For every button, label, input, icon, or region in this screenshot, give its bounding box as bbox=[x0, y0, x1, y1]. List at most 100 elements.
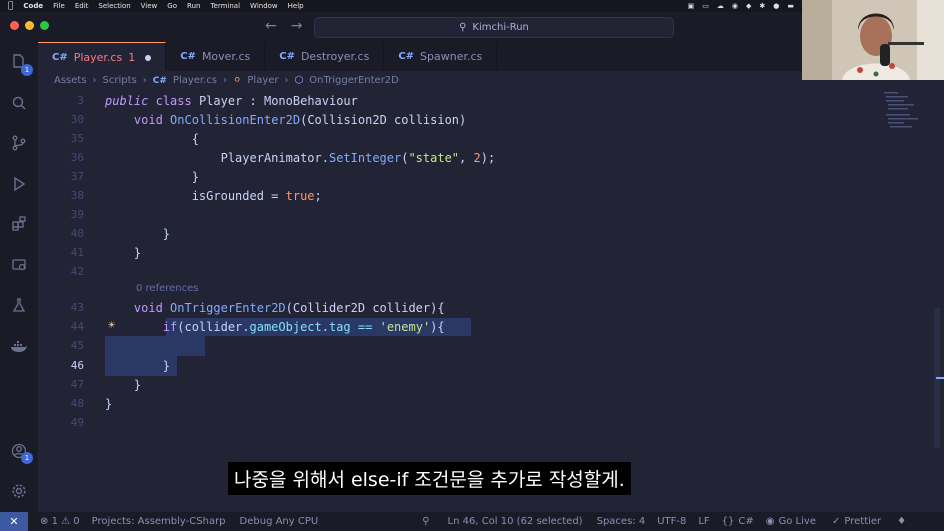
line-number: 48 bbox=[70, 397, 84, 410]
menu-help[interactable]: Help bbox=[288, 2, 304, 10]
unsaved-dot-icon[interactable] bbox=[145, 54, 152, 61]
search-view-icon[interactable] bbox=[10, 94, 28, 112]
codelens-references[interactable]: 0 references bbox=[136, 283, 199, 294]
tab-label: Spawner.cs bbox=[420, 50, 483, 63]
cursor-position[interactable]: Ln 46, Col 10 (62 selected) bbox=[448, 516, 583, 527]
code-editor[interactable]: 3 public class Player : MonoBehaviour 30… bbox=[38, 90, 944, 512]
line-number: 42 bbox=[70, 265, 84, 278]
chevron-right-icon: › bbox=[92, 75, 97, 86]
line-number: 44 bbox=[70, 320, 84, 333]
code-text: } bbox=[105, 396, 113, 411]
line-number: 36 bbox=[70, 151, 84, 164]
language-mode[interactable]: C# bbox=[738, 516, 753, 527]
breadcrumb-item[interactable]: OnTriggerEnter2D bbox=[309, 75, 399, 86]
encoding[interactable]: UTF-8 bbox=[657, 516, 686, 527]
menu-selection[interactable]: Selection bbox=[98, 2, 130, 10]
code-text: isGrounded = true; bbox=[105, 188, 322, 203]
cloud-icon[interactable]: ☁ bbox=[717, 2, 724, 10]
menu-edit[interactable]: Edit bbox=[75, 2, 89, 10]
settings-gear-icon[interactable] bbox=[10, 482, 28, 500]
display-icon[interactable]: ▭ bbox=[702, 2, 709, 10]
minimap[interactable] bbox=[880, 90, 944, 512]
code-text: } bbox=[105, 169, 199, 184]
remote-explorer-icon[interactable] bbox=[10, 256, 28, 274]
line-number: 35 bbox=[70, 132, 84, 145]
run-debug-icon[interactable] bbox=[10, 175, 28, 193]
code-line: 47 } bbox=[38, 375, 898, 394]
breadcrumb-item[interactable]: Player bbox=[247, 75, 278, 86]
code-text: void OnCollisionEnter2D(Collision2D coll… bbox=[133, 112, 467, 127]
warning-count: 0 bbox=[73, 516, 80, 527]
nav-arrows: ← → bbox=[265, 18, 302, 34]
line-number: 43 bbox=[70, 301, 84, 314]
remote-indicator-icon[interactable]: ✕ bbox=[0, 512, 28, 531]
code-line: 48 } bbox=[38, 394, 898, 413]
zoom-window-button[interactable] bbox=[40, 21, 49, 30]
source-control-icon[interactable] bbox=[10, 134, 28, 152]
close-window-button[interactable] bbox=[10, 21, 19, 30]
tab-label: Destroyer.cs bbox=[300, 50, 370, 63]
breadcrumb-item[interactable]: Player.cs bbox=[173, 75, 217, 86]
line-number: 37 bbox=[70, 170, 84, 183]
apple-icon[interactable]:  bbox=[8, 1, 13, 11]
bell-icon[interactable]: ◆ bbox=[746, 2, 751, 10]
line-number: 46 bbox=[70, 359, 84, 372]
menu-file[interactable]: File bbox=[53, 2, 65, 10]
warning-icon: ⚠ bbox=[61, 516, 71, 527]
csharp-file-icon: C# bbox=[279, 51, 295, 62]
tab-mover-cs[interactable]: C# Mover.cs bbox=[166, 42, 266, 71]
menu-terminal[interactable]: Terminal bbox=[210, 2, 240, 10]
command-center-search[interactable]: ⚲ Kimchi-Run bbox=[314, 17, 674, 38]
back-arrow-icon[interactable]: ← bbox=[265, 18, 277, 34]
line-number: 40 bbox=[70, 227, 84, 240]
code-line: 46 } bbox=[38, 356, 898, 375]
lightbulb-icon[interactable]: ☀ bbox=[108, 318, 115, 332]
code-text: } bbox=[105, 377, 142, 392]
tab-spawner-cs[interactable]: C# Spawner.cs bbox=[384, 42, 498, 71]
code-line: 36 PlayerAnimator.SetInteger("state", 2)… bbox=[38, 148, 898, 167]
menu-window[interactable]: Window bbox=[250, 2, 278, 10]
minimize-window-button[interactable] bbox=[25, 21, 34, 30]
errors-indicator[interactable]: ⊗ 1 ⚠ 0 bbox=[40, 516, 80, 527]
wifi-icon[interactable]: ● bbox=[773, 2, 779, 10]
csharp-file-icon: C# bbox=[152, 75, 167, 86]
code-line: 30 void OnCollisionEnter2D(Collision2D c… bbox=[38, 110, 898, 129]
extensions-icon[interactable] bbox=[10, 215, 28, 233]
control-center-icon[interactable]: ◉ bbox=[732, 2, 738, 10]
tab-label: Player.cs bbox=[73, 51, 123, 64]
project-indicator[interactable]: Projects: Assembly-CSharp bbox=[92, 516, 226, 527]
bluetooth-icon[interactable]: ✱ bbox=[759, 2, 765, 10]
tab-destroyer-cs[interactable]: C# Destroyer.cs bbox=[265, 42, 385, 71]
tab-label: Mover.cs bbox=[201, 50, 251, 63]
menu-view[interactable]: View bbox=[141, 2, 158, 10]
breadcrumb-item[interactable]: Scripts bbox=[103, 75, 137, 86]
code-line: 44 if(collider.gameObject.tag == 'enemy'… bbox=[38, 317, 898, 336]
debug-config[interactable]: Debug Any CPU bbox=[240, 516, 319, 527]
error-icon: ⊗ bbox=[40, 516, 49, 527]
code-text: } bbox=[105, 245, 142, 260]
menu-go[interactable]: Go bbox=[167, 2, 177, 10]
screen-record-icon[interactable]: ▣ bbox=[688, 2, 695, 10]
notifications-bell-icon[interactable]: ♦ bbox=[897, 516, 906, 527]
menu-run[interactable]: Run bbox=[187, 2, 200, 10]
command-center-label: Kimchi-Run bbox=[472, 22, 529, 33]
battery-icon[interactable]: ▬ bbox=[787, 2, 794, 10]
breadcrumb-item[interactable]: Assets bbox=[54, 75, 87, 86]
zoom-icon[interactable]: ⚲ bbox=[422, 516, 429, 527]
line-number: 47 bbox=[70, 378, 84, 391]
prettier-button[interactable]: Prettier bbox=[844, 516, 881, 527]
chevron-right-icon: › bbox=[223, 75, 228, 86]
docker-icon[interactable] bbox=[10, 338, 28, 356]
csharp-file-icon: C# bbox=[180, 51, 196, 62]
window-controls bbox=[10, 21, 49, 30]
indentation[interactable]: Spaces: 4 bbox=[597, 516, 646, 527]
end-of-line[interactable]: LF bbox=[698, 516, 709, 527]
code-line: 37 } bbox=[38, 167, 898, 186]
testing-icon[interactable] bbox=[10, 296, 28, 314]
code-line: 41 } bbox=[38, 243, 898, 262]
forward-arrow-icon[interactable]: → bbox=[291, 18, 303, 34]
line-number: 3 bbox=[77, 94, 84, 107]
go-live-button[interactable]: Go Live bbox=[779, 516, 816, 527]
tab-player-cs[interactable]: C# Player.cs 1 bbox=[38, 42, 167, 72]
menu-app-name[interactable]: Code bbox=[23, 2, 43, 10]
